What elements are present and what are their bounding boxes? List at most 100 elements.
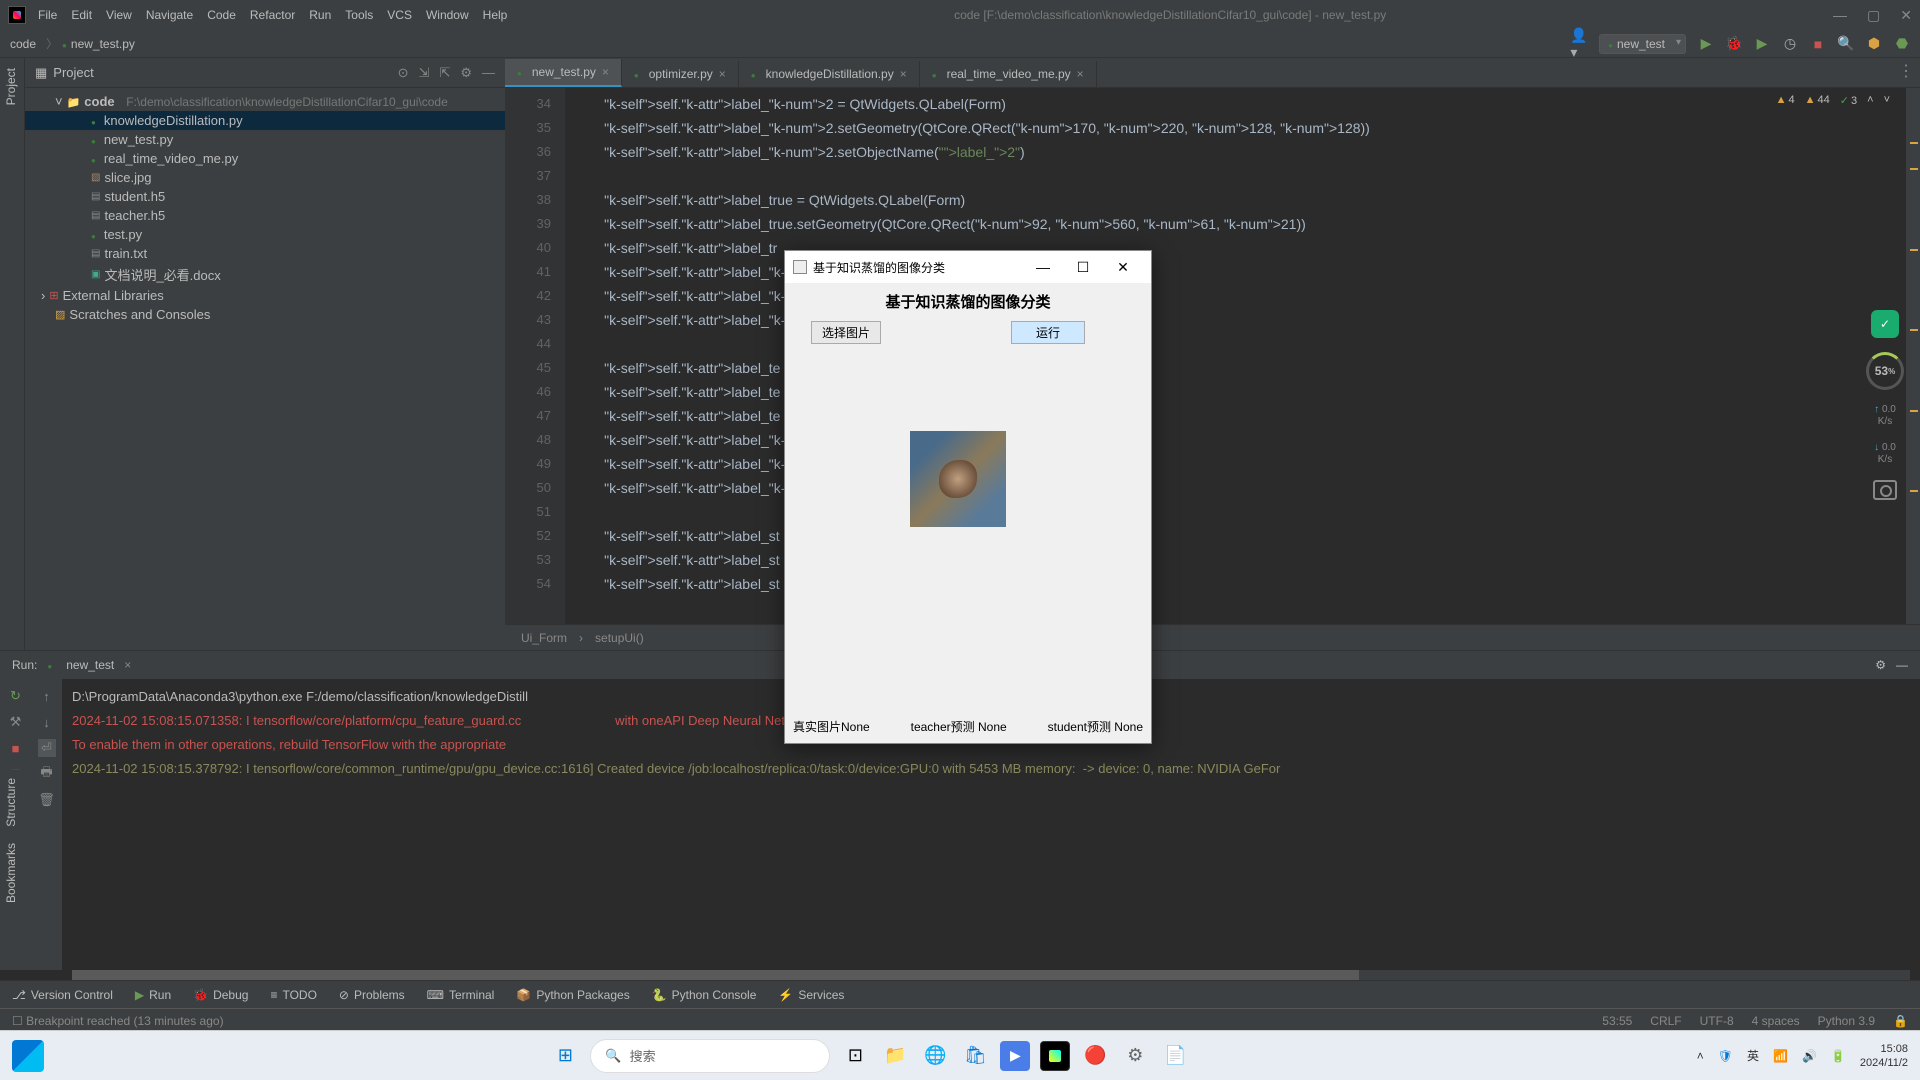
code-text[interactable]: "k-self">self."k-attr">label_"k-num">2 =…	[565, 88, 1906, 624]
terminal-button[interactable]: ⌨Terminal	[427, 988, 495, 1002]
down-icon[interactable]: ↓	[38, 713, 56, 731]
tab-new-test[interactable]: new_test.py×	[505, 59, 622, 87]
python-packages-button[interactable]: 📦Python Packages	[516, 988, 629, 1002]
expand-icon[interactable]: ⇲	[419, 65, 430, 81]
tree-file[interactable]: ▧ slice.jpg	[25, 168, 505, 187]
run-hide-icon[interactable]: —	[1896, 658, 1908, 672]
app2-icon[interactable]: ⚙	[1120, 1041, 1150, 1071]
bookmarks-tool-button[interactable]: Bookmarks	[0, 835, 22, 911]
line-gutter[interactable]: 3435363738394041424344454647484950515253…	[505, 88, 565, 624]
explorer-icon[interactable]: 📁	[880, 1041, 910, 1071]
user-icon[interactable]: 👤▾	[1571, 36, 1587, 52]
run-button[interactable]: 运行	[1011, 321, 1085, 344]
breadcrumb-root[interactable]: code	[10, 37, 36, 51]
tree-file[interactable]: ▤ train.txt	[25, 244, 505, 263]
tree-file[interactable]: new_test.py	[25, 130, 505, 149]
wrap-icon[interactable]: ⏎	[38, 739, 56, 757]
tree-scratches[interactable]: ▨ Scratches and Consoles	[25, 305, 505, 324]
services-button[interactable]: ⚡Services	[778, 988, 844, 1002]
collapse-icon[interactable]: ⇱	[439, 65, 450, 81]
tab-knowledge[interactable]: knowledgeDistillation.py×	[739, 61, 920, 87]
code-area[interactable]: 4 44 3 ˄ ˅ 34353637383940414243444546474…	[505, 88, 1920, 624]
shield-icon[interactable]: ✓	[1871, 310, 1899, 338]
typos-badge[interactable]: 3	[1840, 94, 1857, 107]
menu-view[interactable]: View	[106, 8, 132, 22]
tree-external-libs[interactable]: › ⊞ External Libraries	[25, 286, 505, 305]
wifi-icon[interactable]: 📶	[1773, 1049, 1788, 1063]
settings-icon[interactable]: ⚙	[460, 65, 472, 81]
menu-tools[interactable]: Tools	[345, 8, 373, 22]
run-icon[interactable]: ▶	[1698, 36, 1714, 52]
delete-icon[interactable]: 🗑	[38, 791, 56, 809]
dialog-close-icon[interactable]: ✕	[1103, 259, 1143, 276]
pycharm-icon[interactable]	[1040, 1041, 1070, 1071]
locate-icon[interactable]: ⊙	[398, 65, 409, 81]
minimize-icon[interactable]: —	[1833, 7, 1847, 24]
store-icon[interactable]: 🛍	[960, 1041, 990, 1071]
notepad-icon[interactable]: 📄	[1160, 1041, 1190, 1071]
cursor-position[interactable]: 53:55	[1602, 1014, 1632, 1028]
chevron-up-icon[interactable]: ˄	[1867, 94, 1873, 107]
menu-vcs[interactable]: VCS	[387, 8, 412, 22]
close-icon[interactable]: ✕	[1900, 7, 1912, 24]
progress-circle[interactable]: 53%	[1866, 352, 1904, 390]
tab-realtime[interactable]: real_time_video_me.py×	[920, 61, 1097, 87]
menu-help[interactable]: Help	[483, 8, 508, 22]
line-separator[interactable]: CRLF	[1650, 1014, 1681, 1028]
camera-icon[interactable]	[1873, 480, 1897, 500]
battery-icon[interactable]: 🔋	[1831, 1049, 1846, 1063]
interpreter[interactable]: Python 3.9	[1818, 1014, 1875, 1028]
close-tab-icon[interactable]: ×	[602, 65, 609, 79]
coverage-icon[interactable]: ▶	[1754, 36, 1770, 52]
close-tab-icon[interactable]: ×	[719, 67, 726, 81]
menu-refactor[interactable]: Refactor	[250, 8, 295, 22]
run-config-dropdown[interactable]: new_test	[1599, 34, 1686, 54]
project-tree[interactable]: ˅ code F:\demo\classification\knowledgeD…	[25, 88, 505, 650]
ime-indicator[interactable]: 英	[1747, 1047, 1759, 1064]
problems-button[interactable]: ⊘Problems	[339, 988, 405, 1002]
close-run-tab-icon[interactable]: ×	[124, 658, 131, 672]
console-scrollbar[interactable]	[72, 970, 1910, 980]
print-icon[interactable]: 🖶	[38, 765, 56, 783]
notifications-icon[interactable]: ⬣	[1894, 36, 1910, 52]
clock[interactable]: 15:08 2024/11/2	[1860, 1042, 1908, 1070]
weak-warnings-badge[interactable]: 44	[1805, 94, 1830, 107]
debug-icon[interactable]: 🐞	[1726, 36, 1742, 52]
tree-file[interactable]: ▤ teacher.h5	[25, 206, 505, 225]
close-tab-icon[interactable]: ×	[1077, 67, 1084, 81]
close-tab-icon[interactable]: ×	[900, 67, 907, 81]
up-icon[interactable]: ↑	[38, 687, 56, 705]
search-icon[interactable]: 🔍	[1838, 36, 1854, 52]
readonly-icon[interactable]: 🔒	[1893, 1014, 1908, 1028]
app-icon[interactable]: ▶	[1000, 1041, 1030, 1071]
inspection-badges[interactable]: 4 44 3 ˄ ˅	[1776, 94, 1890, 107]
python-console-button[interactable]: 🐍Python Console	[652, 988, 757, 1002]
security-icon[interactable]: 🛡	[1718, 1049, 1733, 1063]
start-button[interactable]	[12, 1040, 44, 1072]
run-settings-icon[interactable]: ⚙	[1875, 658, 1886, 672]
profile-icon[interactable]: ◷	[1782, 36, 1798, 52]
chevron-down-icon[interactable]: ˅	[55, 94, 63, 109]
warnings-badge[interactable]: 4	[1776, 94, 1795, 107]
dialog-minimize-icon[interactable]: —	[1023, 259, 1063, 275]
windows-icon[interactable]: ⊞	[550, 1041, 580, 1071]
project-tool-button[interactable]: Project	[0, 58, 22, 115]
menu-run[interactable]: Run	[309, 8, 331, 22]
structure-tool-button[interactable]: Structure	[0, 770, 22, 835]
tray-expand-icon[interactable]: ˄	[1697, 1049, 1704, 1063]
menu-file[interactable]: File	[38, 8, 57, 22]
tree-file[interactable]: real_time_video_me.py	[25, 149, 505, 168]
maximize-icon[interactable]: ▢	[1867, 7, 1880, 24]
tree-file[interactable]: ▤ student.h5	[25, 187, 505, 206]
todo-button[interactable]: ≡TODO	[270, 988, 316, 1002]
chevron-right-icon[interactable]: ›	[41, 288, 45, 303]
ide-settings-icon[interactable]: ⬢	[1866, 36, 1882, 52]
hide-icon[interactable]: —	[482, 65, 495, 81]
stop-icon[interactable]: ■	[1810, 36, 1826, 52]
tab-optimizer[interactable]: optimizer.py×	[622, 61, 739, 87]
indent-setting[interactable]: 4 spaces	[1752, 1014, 1800, 1028]
volume-icon[interactable]: 🔊	[1802, 1049, 1817, 1063]
debug-button[interactable]: 🐞Debug	[193, 988, 248, 1002]
tree-file[interactable]: knowledgeDistillation.py	[25, 111, 505, 130]
version-control-button[interactable]: ⎇Version Control	[12, 988, 113, 1002]
